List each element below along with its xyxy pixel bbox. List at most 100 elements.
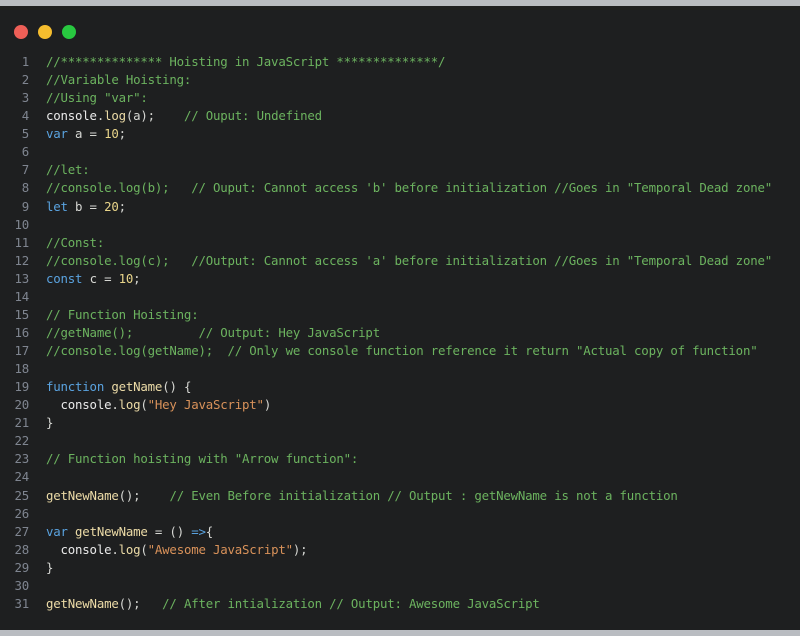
code-line: 11 //Const: — [0, 234, 800, 252]
line-number: 24 — [14, 469, 29, 485]
line-number: 31 — [14, 595, 29, 611]
code-token: 10 — [104, 126, 119, 142]
line-text: console.log(a); // Ouput: Undefined — [29, 107, 322, 125]
code-line: 17 //console.log(getName); // Only we con… — [0, 342, 800, 360]
code-line: 21} — [0, 414, 800, 432]
line-number: 11 — [14, 234, 29, 250]
line-number: 4 — [21, 108, 29, 124]
code-token: c = — [82, 270, 119, 286]
code-token: getNewName — [46, 487, 119, 503]
line-text: //let: — [29, 161, 90, 179]
line-text — [29, 432, 46, 450]
code-line: 15 // Function Hoisting: — [0, 306, 800, 324]
code-token: a = — [67, 126, 105, 142]
line-number: 25 — [14, 487, 29, 503]
line-text: let b = 20; — [29, 198, 126, 216]
code-line: 27 var getNewName = () =>{ — [0, 523, 800, 541]
code-line: 26 — [0, 505, 800, 523]
code-line: 16 //getName(); // Output: Hey JavaScript — [0, 324, 800, 342]
code-line: 28 console.log("Awesome JavaScript"); — [0, 541, 800, 559]
close-dot-icon[interactable] — [14, 25, 28, 39]
code-token: 20 — [104, 198, 119, 214]
line-number: 26 — [14, 505, 29, 521]
line-number: 5 — [21, 126, 29, 142]
line-number: 3 — [21, 90, 29, 106]
line-text: //Using "var": — [29, 89, 148, 107]
code-token: //console.log(getName); // Only we conso… — [46, 343, 758, 358]
line-number: 13 — [14, 270, 29, 286]
maximize-dot-icon[interactable] — [62, 25, 76, 39]
code-token: //let: — [46, 162, 90, 178]
code-token: ) — [263, 397, 272, 413]
line-number: 12 — [14, 252, 29, 268]
code-editor[interactable]: 1 //************** Hoisting in JavaScript… — [0, 53, 800, 613]
line-number: 23 — [14, 451, 29, 467]
code-token: var — [46, 126, 68, 142]
code-token: getNewName — [75, 523, 148, 539]
line-number: 22 — [14, 433, 29, 449]
line-text: getNewName(); // Even Before initializat… — [29, 487, 678, 505]
code-token: log — [118, 541, 141, 557]
code-line: 19 function getName() { — [0, 378, 800, 396]
code-token: var — [46, 523, 68, 539]
code-line: 23 // Function hoisting with "Arrow funct… — [0, 450, 800, 468]
code-line: 5 var a = 10; — [0, 125, 800, 143]
code-line: 7 //let: — [0, 161, 800, 179]
code-token: } — [46, 415, 54, 431]
code-window: 1 //************** Hoisting in JavaScript… — [0, 6, 800, 630]
line-number: 15 — [14, 306, 29, 322]
code-token: getName — [111, 379, 163, 395]
line-text — [29, 505, 46, 523]
line-text: function getName() { — [29, 378, 191, 396]
line-text: //Const: — [29, 234, 104, 252]
code-line: 18 — [0, 360, 800, 378]
line-text: console.log("Hey JavaScript") — [29, 396, 272, 414]
line-text: getNewName(); // After intialization // … — [29, 595, 540, 613]
line-text — [29, 143, 46, 161]
code-line: 24 — [0, 468, 800, 486]
code-token: //Const: — [46, 234, 105, 250]
code-token: ( — [140, 397, 148, 413]
code-line: 6 — [0, 143, 800, 161]
code-line: 1 //************** Hoisting in JavaScript… — [0, 53, 800, 71]
line-number: 27 — [14, 523, 29, 539]
code-token: getNewName — [46, 595, 119, 611]
line-number: 20 — [14, 397, 29, 413]
code-token: // Function hoisting with "Arrow functio… — [46, 451, 359, 467]
line-text: var getNewName = () =>{ — [29, 523, 213, 541]
code-token: console — [46, 397, 112, 413]
code-token: console — [46, 108, 97, 124]
code-token: { — [205, 523, 214, 539]
line-number: 1 — [21, 54, 29, 69]
code-token: () { — [162, 379, 192, 395]
code-token: //Variable Hoisting: — [46, 72, 192, 88]
line-text: //console.log(b); // Ouput: Cannot acces… — [29, 179, 772, 197]
code-token: (); — [118, 595, 163, 611]
code-token: => — [191, 523, 206, 539]
line-text: const c = 10; — [29, 270, 141, 288]
code-token: //Using "var": — [46, 90, 148, 106]
line-number: 8 — [21, 180, 29, 196]
line-number: 6 — [21, 144, 29, 160]
code-token: const — [46, 270, 83, 286]
line-text: //console.log(c); //Output: Cannot acces… — [29, 252, 772, 270]
code-token: //************** Hoisting in JavaScript … — [46, 54, 446, 69]
minimize-dot-icon[interactable] — [38, 25, 52, 39]
code-token: // After intialization // Output: Awesom… — [162, 595, 540, 611]
code-token: function — [46, 379, 105, 395]
code-line: 31 getNewName(); // After intialization /… — [0, 595, 800, 613]
line-text — [29, 360, 46, 378]
code-token: ; — [133, 270, 141, 286]
code-token: . — [111, 541, 119, 557]
code-token: ); — [292, 541, 308, 557]
code-line: 22 — [0, 432, 800, 450]
line-text: // Function hoisting with "Arrow functio… — [29, 450, 358, 468]
code-token: log — [118, 397, 141, 413]
line-number: 28 — [14, 541, 29, 557]
code-line: 25 getNewName(); // Even Before initializ… — [0, 487, 800, 505]
window-controls — [14, 25, 76, 39]
line-number: 18 — [14, 361, 29, 377]
code-token: // Ouput: Undefined — [183, 108, 322, 124]
code-token: "Hey JavaScript" — [147, 397, 264, 413]
code-token: "Awesome JavaScript" — [147, 541, 293, 557]
